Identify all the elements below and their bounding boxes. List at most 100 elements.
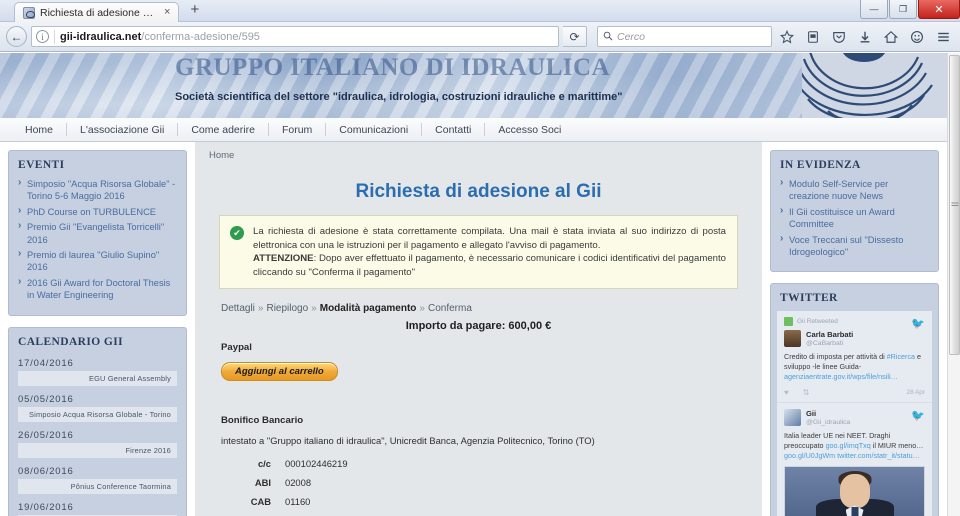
reload-button[interactable]: ⟳	[563, 26, 587, 47]
tweet[interactable]: 🐦 Gii Retweeted Carla Barbati @CaBarbati…	[777, 311, 932, 404]
list-item[interactable]: Premio di laurea "Giulio Supino" 2016	[18, 248, 177, 274]
nav-item-come-aderire[interactable]: Come aderire	[178, 119, 268, 141]
tweet-header: Gii @Gii_idraulica	[784, 409, 925, 427]
tweet-handle[interactable]: @Gii_idraulica	[806, 418, 850, 427]
menu-icon[interactable]	[932, 26, 954, 48]
bank-key: ABI	[254, 477, 271, 488]
calendar-date: 19/06/2016	[18, 501, 74, 513]
browser-tab[interactable]: Richiesta di adesione al Gii ... ×	[14, 2, 180, 22]
new-tab-button[interactable]: +	[183, 2, 206, 19]
calendar-entry: 05/05/2016 Simposio Acqua Risorsa Global…	[18, 391, 177, 422]
tweet-link[interactable]: goo.gl/U0JgWm twitter.com/statr_it/statu…	[784, 451, 920, 460]
vertical-scrollbar[interactable]	[947, 53, 960, 516]
bonifico-label: Bonifico Bancario	[221, 415, 304, 426]
pocket-icon[interactable]	[828, 26, 850, 48]
tweet-actions: ♥ ⇅ 28 Apr	[784, 388, 925, 397]
photo-head	[839, 474, 870, 509]
table-row: ABI 02008	[241, 474, 425, 493]
tweet-time: 28 Apr	[906, 389, 925, 397]
hashtag-link[interactable]: #Ricerca	[887, 352, 915, 361]
tweet-name[interactable]: Carla Barbati	[806, 330, 853, 339]
calendar-event[interactable]: EGU General Assembly	[18, 370, 177, 386]
nav-item-contatti[interactable]: Contatti	[422, 119, 484, 141]
retweet-text: Gii Retweeted	[797, 318, 838, 326]
tweet[interactable]: 🐦 Gii @Gii_idraulica Italia leader UE ne…	[777, 403, 932, 516]
back-button[interactable]: ←	[6, 26, 27, 47]
nav-item-accesso-soci[interactable]: Accesso Soci	[485, 119, 574, 141]
tweet-handle[interactable]: @CaBarbati	[806, 339, 853, 348]
add-to-cart-button[interactable]: Aggiungi al carrello	[221, 362, 338, 381]
page-info-icon[interactable]: i	[36, 30, 49, 43]
alert-attention-label: ATTENZIONE	[253, 253, 314, 264]
avatar[interactable]	[784, 409, 801, 427]
list-item[interactable]: Premio Gii "Evangelista Torricelli" 2016	[18, 220, 177, 246]
main-navigation: Home L'associazione Gii Come aderire For…	[0, 118, 947, 142]
tweet-text: Italia leader UE nei NEET. Draghi preocc…	[784, 431, 925, 461]
tweet-author: Carla Barbati @CaBarbati	[806, 330, 853, 348]
twitter-bird-icon: 🐦	[911, 410, 925, 423]
calendar-entry: 26/05/2016 Firenze 2016	[18, 427, 177, 458]
smiley-icon[interactable]	[906, 26, 928, 48]
success-check-icon: ✔	[230, 226, 244, 240]
calendario-widget: CALENDARIO GII 17/04/2016 EGU General As…	[8, 326, 187, 516]
eventi-list: Simposio "Acqua Risorsa Globale" - Torin…	[18, 177, 177, 302]
search-input[interactable]	[617, 30, 766, 43]
calendar-event[interactable]: Firenze 2016	[18, 442, 177, 458]
tweet-name[interactable]: Gii	[806, 409, 850, 418]
tab-title: Richiesta di adesione al Gii ...	[40, 6, 158, 19]
scrollbar-thumb[interactable]	[949, 55, 960, 355]
breadcrumb[interactable]: Home	[205, 148, 752, 167]
tweet-link[interactable]: goo.gl/imqTxq	[826, 441, 871, 450]
tweet-link[interactable]: agenziaentrate.gov.it/wps/file/nsili…	[784, 372, 898, 381]
list-item[interactable]: Simposio "Acqua Risorsa Globale" - Torin…	[18, 177, 177, 203]
table-row: CIN G	[241, 512, 425, 516]
gii-logo-icon[interactable]	[802, 53, 947, 118]
avatar[interactable]	[784, 330, 801, 348]
eventi-widget: EVENTI Simposio "Acqua Risorsa Globale" …	[8, 150, 187, 316]
list-item[interactable]: Il Gii costituisce un Award Committee	[780, 205, 929, 231]
twitter-bird-icon: 🐦	[911, 318, 925, 331]
amount-due: Importo da pagare: 600,00 €	[405, 320, 552, 332]
step-riepilogo[interactable]: Riepilogo	[266, 303, 308, 314]
retweet-icon[interactable]: ⇅	[803, 388, 810, 397]
browser-window: Richiesta di adesione al Gii ... × + — ❐…	[0, 0, 960, 516]
alert-text: La richiesta di adesione è stata corrett…	[253, 225, 726, 279]
left-sidebar: EVENTI Simposio "Acqua Risorsa Globale" …	[0, 142, 195, 516]
bank-details-table: c/c 000102446219 ABI 02008 CAB 01160	[241, 455, 425, 516]
home-icon[interactable]	[880, 26, 902, 48]
star-icon[interactable]	[776, 26, 798, 48]
step-dettagli[interactable]: Dettagli	[221, 303, 255, 314]
download-icon[interactable]	[854, 26, 876, 48]
success-alert: ✔ La richiesta di adesione è stata corre…	[219, 215, 738, 289]
list-item[interactable]: Modulo Self-Service per creazione nuove …	[780, 177, 929, 203]
step-conferma[interactable]: Conferma	[428, 303, 472, 314]
calendar-date: 08/06/2016	[18, 465, 74, 477]
restore-button[interactable]: ❐	[889, 0, 917, 19]
search-icon	[603, 28, 613, 46]
bank-value: 000102446219	[285, 458, 348, 469]
calendar-event[interactable]: Simposio Acqua Risorsa Globale - Torino	[18, 406, 177, 422]
search-bar[interactable]	[597, 26, 772, 47]
list-item[interactable]: 2016 Gii Award for Doctoral Thesis in Wa…	[18, 276, 177, 302]
nav-item-forum[interactable]: Forum	[269, 119, 325, 141]
close-window-button[interactable]: ✕	[918, 0, 960, 19]
address-bar[interactable]: i gii-idraulica.net/conferma-adesione/59…	[31, 26, 559, 47]
calendar-event[interactable]: Pônius Conference Taormina	[18, 478, 177, 494]
tweet-photo[interactable]	[784, 466, 925, 516]
close-icon[interactable]: ×	[163, 7, 171, 18]
minimize-button[interactable]: —	[860, 0, 888, 19]
nav-item-comunicazioni[interactable]: Comunicazioni	[326, 119, 421, 141]
reading-list-icon[interactable]	[802, 26, 824, 48]
bank-key: CAB	[250, 496, 271, 507]
tweet-text-part: Credito di imposta per attività di	[784, 352, 887, 362]
nav-item-associazione[interactable]: L'associazione Gii	[67, 119, 177, 141]
bank-value: G	[285, 512, 425, 516]
like-icon[interactable]: ♥	[784, 388, 789, 397]
evidenza-widget: IN EVIDENZA Modulo Self-Service per crea…	[770, 150, 939, 273]
list-item[interactable]: Voce Treccani sul "Dissesto Idrogeologic…	[780, 233, 929, 259]
nav-item-home[interactable]: Home	[12, 119, 66, 141]
calendar-date: 17/04/2016	[18, 357, 74, 369]
list-item[interactable]: PhD Course on TURBULENCE	[18, 205, 177, 218]
step-modalita-pagamento[interactable]: Modalità pagamento	[320, 303, 417, 314]
calendar-date: 26/05/2016	[18, 429, 74, 441]
